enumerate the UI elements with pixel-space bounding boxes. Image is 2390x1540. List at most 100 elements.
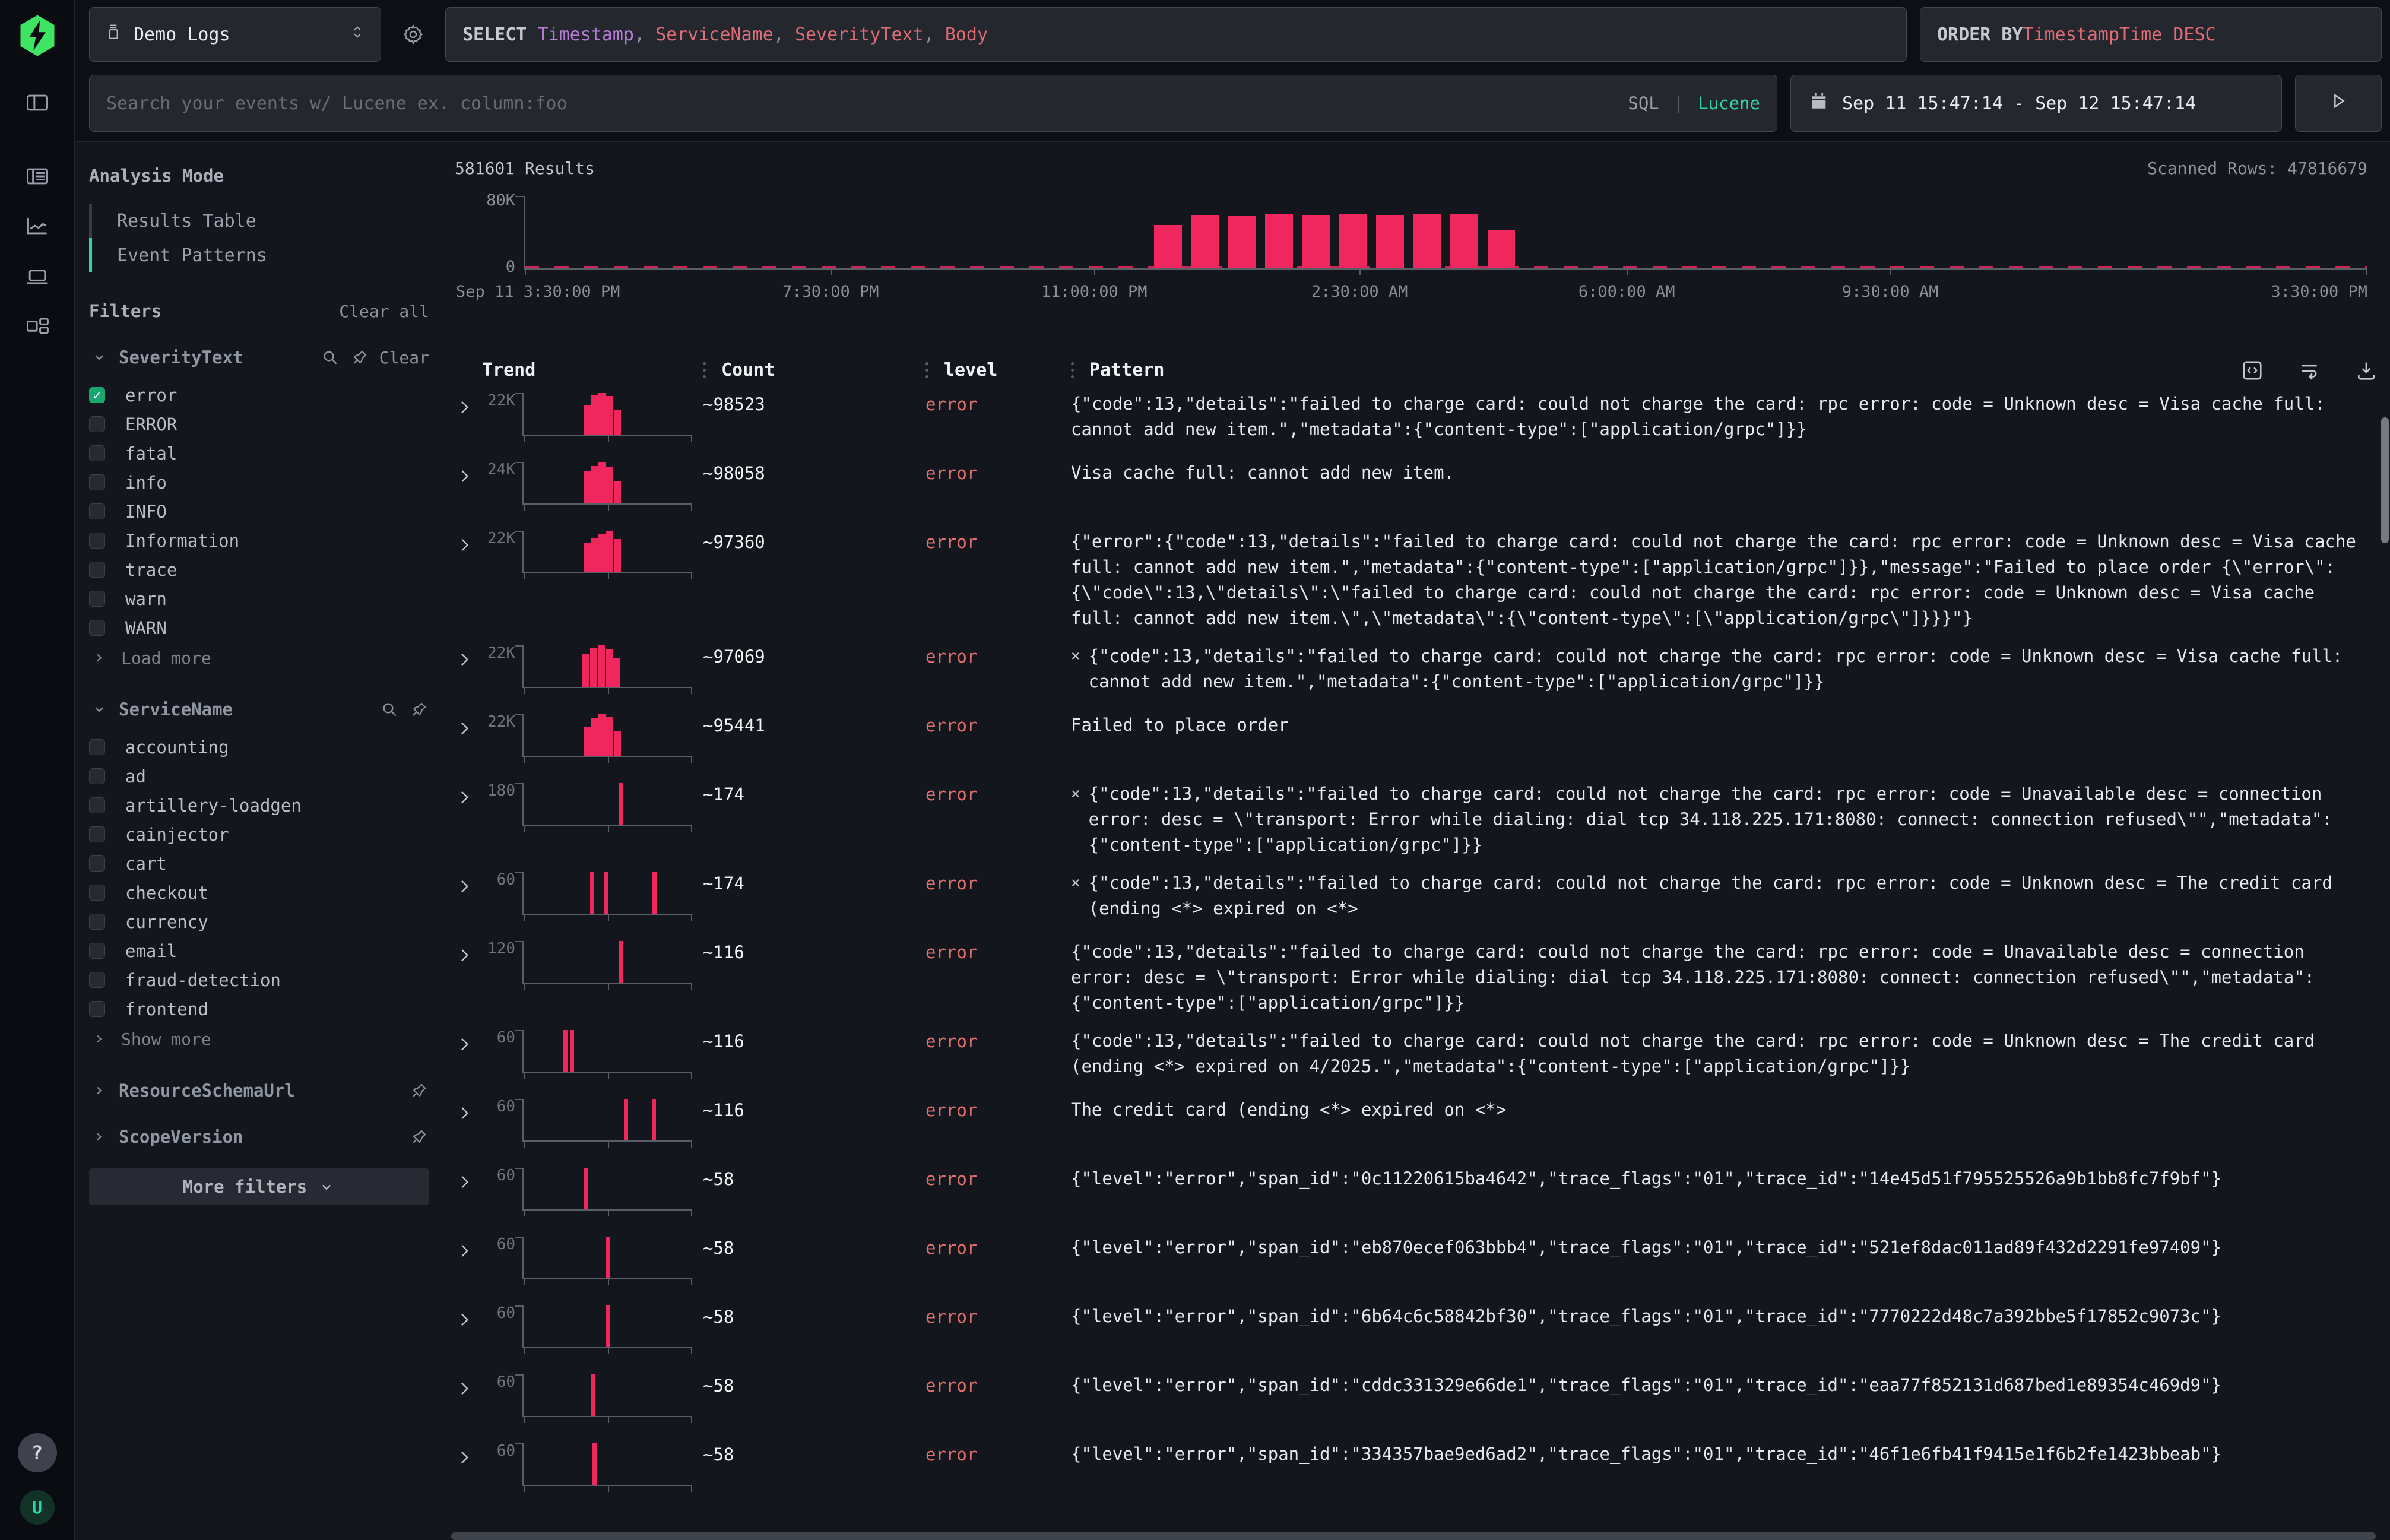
pattern-text[interactable]: {"level":"error","span_id":"6b64c6c58842… — [1071, 1304, 2237, 1329]
row-expand-icon[interactable] — [455, 1302, 482, 1332]
column-header-level[interactable]: level — [925, 360, 1071, 381]
order-by-input[interactable]: ORDER BY TimestampTime DESC — [1920, 7, 2382, 62]
table-row[interactable]: 22K~98523error{"code":13,"details":"fail… — [455, 384, 2378, 452]
row-expand-icon[interactable] — [455, 527, 482, 557]
clear-filter-button[interactable]: Clear — [379, 348, 429, 367]
row-expand-icon[interactable] — [455, 869, 482, 898]
pattern-text[interactable]: {"code":13,"details":"failed to charge c… — [1071, 391, 2378, 442]
source-selector[interactable]: Demo Logs — [89, 7, 381, 62]
histogram-bar[interactable] — [1376, 215, 1404, 268]
table-row[interactable]: 22K~95441errorFailed to place order — [455, 705, 2378, 774]
pattern-text[interactable]: The credit card (ending <*> expired on <… — [1071, 1097, 1522, 1123]
column-drag-handle[interactable] — [1071, 360, 1074, 381]
row-expand-icon[interactable] — [455, 937, 482, 967]
table-row[interactable]: 60~116errorThe credit card (ending <*> e… — [455, 1089, 2378, 1158]
histogram-plot[interactable]: Sep 11 3:30:00 PM7:30:00 PM11:00:00 PM2:… — [524, 196, 2367, 268]
table-row[interactable]: 120~116error{"code":13,"details":"failed… — [455, 931, 2378, 1021]
filter-option-warn[interactable]: WARN — [89, 613, 429, 642]
checkbox-unchecked[interactable] — [89, 562, 105, 578]
services-icon[interactable] — [24, 312, 51, 340]
help-button[interactable]: ? — [18, 1433, 57, 1472]
code-icon[interactable] — [2240, 359, 2264, 382]
checkbox-unchecked[interactable] — [89, 445, 105, 461]
checkbox-unchecked[interactable] — [89, 914, 105, 930]
search-icon[interactable] — [379, 699, 400, 720]
exclude-icon[interactable]: × — [1071, 781, 1080, 858]
wrap-text-icon[interactable] — [2297, 359, 2321, 382]
checkbox-unchecked[interactable] — [89, 591, 105, 607]
filter-option-info[interactable]: info — [89, 468, 429, 497]
filter-option-ad[interactable]: ad — [89, 762, 429, 791]
dashboard-icon[interactable] — [24, 262, 51, 290]
filter-option-info[interactable]: INFO — [89, 497, 429, 526]
download-icon[interactable] — [2354, 359, 2378, 382]
row-expand-icon[interactable] — [455, 1233, 482, 1263]
pin-icon[interactable] — [350, 347, 370, 367]
mode-sql[interactable]: SQL — [1628, 93, 1659, 113]
chevron-down-icon[interactable] — [89, 699, 109, 720]
pattern-text[interactable]: {"code":13,"details":"failed to charge c… — [1089, 644, 2378, 695]
table-row[interactable]: 60~116error{"code":13,"details":"failed … — [455, 1021, 2378, 1089]
filter-group-header[interactable]: ServiceName — [89, 699, 429, 720]
chart-icon[interactable] — [24, 213, 51, 240]
filter-option-checkout[interactable]: checkout — [89, 878, 429, 907]
pattern-text[interactable]: Visa cache full: cannot add new item. — [1071, 460, 1470, 486]
analysis-mode-event-patterns[interactable]: Event Patterns — [89, 238, 429, 272]
filter-option-trace[interactable]: trace — [89, 555, 429, 584]
vertical-scrollbar[interactable] — [2381, 384, 2389, 1540]
checkbox-unchecked[interactable] — [89, 826, 105, 842]
run-query-button[interactable] — [2295, 75, 2382, 132]
checkbox-unchecked[interactable] — [89, 416, 105, 432]
histogram-bar[interactable] — [1191, 215, 1219, 268]
filter-option-cart[interactable]: cart — [89, 849, 429, 878]
more-filters-button[interactable]: More filters — [89, 1168, 429, 1205]
row-expand-icon[interactable] — [455, 779, 482, 809]
table-row[interactable]: 180~174error×{"code":13,"details":"faile… — [455, 774, 2378, 863]
avatar[interactable]: U — [20, 1490, 55, 1525]
table-row[interactable]: 60~58error{"level":"error","span_id":"0c… — [455, 1158, 2378, 1227]
histogram-bar[interactable] — [1413, 214, 1441, 268]
filter-option-email[interactable]: email — [89, 936, 429, 965]
pattern-text[interactable]: {"code":13,"details":"failed to charge c… — [1071, 1028, 2378, 1079]
checkbox-unchecked[interactable] — [89, 1001, 105, 1017]
row-expand-icon[interactable] — [455, 711, 482, 740]
exclude-icon[interactable]: × — [1071, 870, 1080, 921]
pattern-text[interactable]: {"level":"error","span_id":"0c11220615ba… — [1071, 1166, 2237, 1192]
chevron-down-icon[interactable] — [89, 347, 109, 367]
checkbox-unchecked[interactable] — [89, 943, 105, 959]
filter-group-header[interactable]: ResourceSchemaUrl — [89, 1080, 429, 1101]
pattern-text[interactable]: {"code":13,"details":"failed to charge c… — [1089, 870, 2378, 921]
search-icon[interactable] — [320, 347, 340, 367]
histogram-bar[interactable] — [1302, 215, 1330, 268]
hyperdx-logo-icon[interactable] — [16, 13, 59, 58]
pattern-text[interactable]: Failed to place order — [1071, 712, 1304, 738]
gear-icon[interactable] — [394, 7, 432, 62]
row-expand-icon[interactable] — [455, 389, 482, 419]
row-expand-icon[interactable] — [455, 1095, 482, 1125]
chevron-right-icon[interactable] — [89, 1080, 109, 1101]
histogram-bar[interactable] — [1339, 214, 1367, 268]
row-expand-icon[interactable] — [455, 1371, 482, 1400]
table-row[interactable]: 24K~98058errorVisa cache full: cannot ad… — [455, 452, 2378, 521]
column-drag-handle[interactable] — [925, 360, 928, 381]
search-input[interactable] — [106, 93, 1614, 114]
checkbox-unchecked[interactable] — [89, 474, 105, 490]
table-row[interactable]: 22K~97069error×{"code":13,"details":"fai… — [455, 636, 2378, 705]
histogram-bar[interactable] — [1228, 216, 1256, 268]
column-header-count[interactable]: Count — [703, 360, 925, 381]
checkbox-unchecked[interactable] — [89, 620, 105, 636]
checkbox-unchecked[interactable] — [89, 533, 105, 549]
chevron-right-icon[interactable] — [89, 1127, 109, 1147]
mode-lucene[interactable]: Lucene — [1698, 93, 1760, 113]
filter-option-error[interactable]: ERROR — [89, 410, 429, 439]
row-expand-icon[interactable] — [455, 458, 482, 488]
checkbox-unchecked[interactable] — [89, 739, 105, 755]
column-header-trend[interactable]: Trend — [482, 360, 703, 381]
column-drag-handle[interactable] — [703, 360, 706, 381]
histogram-bar[interactable] — [1450, 214, 1478, 268]
filter-option-frontend[interactable]: frontend — [89, 994, 429, 1024]
filter-option-fatal[interactable]: fatal — [89, 439, 429, 468]
filter-option-currency[interactable]: currency — [89, 907, 429, 936]
analysis-mode-results-table[interactable]: Results Table — [89, 204, 429, 238]
histogram-bar[interactable] — [1265, 214, 1293, 269]
